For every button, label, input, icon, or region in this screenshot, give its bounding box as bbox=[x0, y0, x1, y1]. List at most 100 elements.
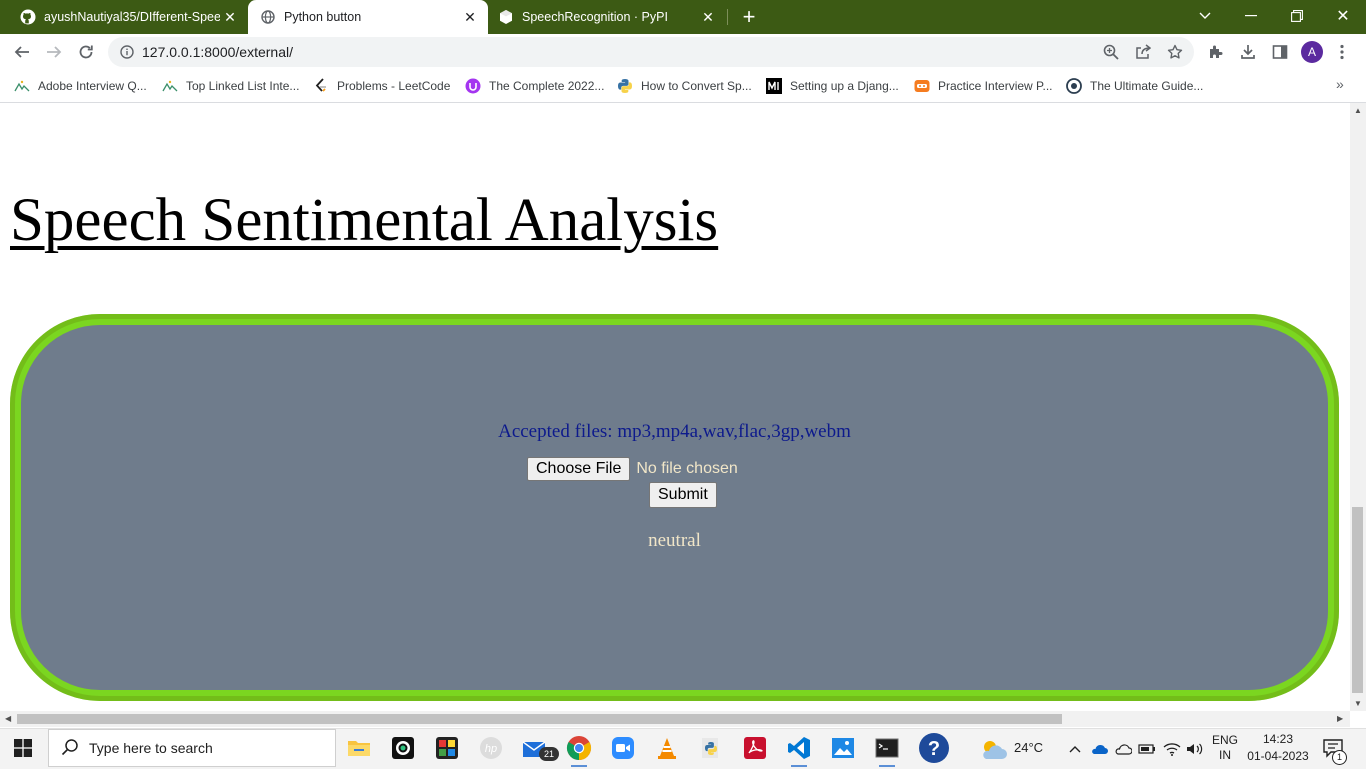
tray-chevron-up-icon[interactable] bbox=[1066, 740, 1084, 758]
zoom-app-icon[interactable] bbox=[609, 734, 637, 762]
menu-kebab-icon[interactable] bbox=[1333, 43, 1351, 61]
back-button[interactable] bbox=[8, 38, 36, 66]
sentiment-result: neutral bbox=[648, 530, 701, 551]
zoom-icon[interactable] bbox=[1102, 43, 1120, 61]
python-app-icon[interactable] bbox=[697, 734, 725, 762]
file-input[interactable]: Choose File No file chosen bbox=[527, 457, 738, 481]
globe-icon bbox=[260, 9, 276, 25]
bookmark-item[interactable]: Problems - LeetCode bbox=[313, 77, 450, 95]
close-icon[interactable]: ✕ bbox=[698, 7, 718, 27]
bookmark-label: Adobe Interview Q... bbox=[38, 79, 147, 93]
cloud-sync-icon[interactable] bbox=[1114, 740, 1132, 758]
battery-icon[interactable] bbox=[1138, 740, 1156, 758]
python-icon bbox=[617, 78, 633, 94]
bookmark-label: Problems - LeetCode bbox=[337, 79, 451, 93]
close-icon[interactable]: ✕ bbox=[220, 7, 240, 27]
bookmarks-overflow-icon[interactable]: » bbox=[1336, 76, 1344, 92]
photo-viewer-icon[interactable] bbox=[829, 734, 857, 762]
vertical-scroll-thumb[interactable] bbox=[1352, 507, 1363, 693]
bookmark-item[interactable]: Practice Interview P... bbox=[914, 77, 1053, 95]
search-icon bbox=[61, 738, 81, 758]
vscode-icon[interactable] bbox=[785, 734, 813, 767]
extensions-icon[interactable] bbox=[1207, 43, 1225, 61]
minimize-button[interactable] bbox=[1228, 0, 1274, 32]
windows-start-icon[interactable] bbox=[14, 739, 32, 757]
new-tab-button[interactable]: + bbox=[737, 4, 761, 29]
info-icon[interactable] bbox=[120, 45, 134, 59]
bookmark-icon bbox=[162, 78, 178, 94]
choose-file-button[interactable]: Choose File bbox=[527, 457, 631, 481]
bookmark-item[interactable]: The Ultimate Guide... bbox=[1066, 77, 1203, 95]
acrobat-icon[interactable] bbox=[741, 734, 769, 762]
notification-count-badge: 1 bbox=[1332, 750, 1347, 765]
restore-button[interactable] bbox=[1274, 0, 1320, 32]
clock-time: 14:23 bbox=[1262, 732, 1294, 746]
tab-python-button[interactable]: Python button ✕ bbox=[248, 0, 488, 34]
tab-separator bbox=[727, 9, 728, 25]
chrome-icon[interactable] bbox=[565, 734, 593, 767]
scroll-left-arrow-icon[interactable]: ◀ bbox=[5, 714, 11, 723]
bookmark-label: Top Linked List Inte... bbox=[186, 79, 300, 93]
taskbar-clock[interactable]: 14:23 01-04-2023 bbox=[1245, 731, 1311, 765]
scroll-down-arrow-icon[interactable]: ▼ bbox=[1354, 699, 1362, 708]
svg-text:?: ? bbox=[928, 738, 940, 760]
onedrive-icon[interactable] bbox=[1090, 740, 1108, 758]
volume-icon[interactable] bbox=[1186, 740, 1204, 758]
page-content: Speech Sentimental Analysis Accepted fil… bbox=[0, 103, 1350, 711]
url-text: 127.0.0.1:8000/external/ bbox=[142, 44, 294, 60]
close-icon[interactable]: ✕ bbox=[460, 7, 480, 27]
weather-temperature[interactable]: 24°C bbox=[1014, 740, 1043, 755]
svg-text:hp: hp bbox=[485, 743, 497, 755]
bookmark-item[interactable]: Top Linked List Inte... bbox=[162, 77, 299, 95]
weather-cloud-icon[interactable] bbox=[980, 736, 1008, 764]
udemy-icon bbox=[465, 78, 481, 94]
bookmark-item[interactable]: Adobe Interview Q... bbox=[14, 77, 147, 95]
download-icon[interactable] bbox=[1239, 43, 1257, 61]
terminal-icon[interactable] bbox=[873, 734, 901, 767]
bookmark-item[interactable]: How to Convert Sp... bbox=[617, 77, 752, 95]
scroll-right-arrow-icon[interactable]: ▶ bbox=[1337, 714, 1343, 723]
bookmark-item[interactable]: The Complete 2022... bbox=[465, 77, 604, 95]
close-window-button[interactable]: ✕ bbox=[1320, 0, 1366, 32]
leetcode-icon bbox=[313, 78, 329, 94]
submit-button[interactable]: Submit bbox=[649, 482, 717, 508]
address-bar[interactable]: 127.0.0.1:8000/external/ bbox=[108, 37, 1194, 67]
taskbar-search-box[interactable]: Type here to search bbox=[48, 729, 336, 767]
bookmark-label: The Ultimate Guide... bbox=[1090, 79, 1204, 93]
help-icon[interactable]: ? bbox=[917, 731, 951, 765]
file-explorer-icon[interactable] bbox=[345, 734, 373, 762]
tab-search-chevron-icon[interactable] bbox=[1182, 0, 1228, 32]
medium-icon bbox=[766, 78, 782, 94]
bookmark-item[interactable]: Setting up a Djang... bbox=[766, 77, 899, 95]
vlc-icon[interactable] bbox=[653, 734, 681, 762]
bookmarks-bar: Adobe Interview Q... Top Linked List Int… bbox=[0, 70, 1366, 103]
language-region: IN bbox=[1219, 748, 1231, 762]
search-placeholder: Type here to search bbox=[89, 740, 213, 756]
bookmark-label: Practice Interview P... bbox=[938, 79, 1053, 93]
horizontal-scroll-thumb[interactable] bbox=[17, 714, 1062, 724]
tab-pypi[interactable]: SpeechRecognition · PyPI ✕ bbox=[488, 0, 726, 34]
tab-title: ayushNautiyal35/DIfferent-Speec bbox=[44, 10, 220, 24]
accepted-files-text: Accepted files: mp3,mp4a,wav,flac,3gp,we… bbox=[498, 421, 851, 442]
hp-icon[interactable]: hp bbox=[477, 734, 505, 762]
github-icon bbox=[20, 9, 36, 25]
mail-count-badge: 21 bbox=[539, 747, 559, 761]
camera-app-icon[interactable] bbox=[389, 734, 417, 762]
bookmark-icon bbox=[14, 78, 30, 94]
tab-title: SpeechRecognition · PyPI bbox=[522, 10, 668, 24]
star-bookmark-icon[interactable] bbox=[1166, 43, 1184, 61]
language-indicator[interactable]: ENG IN bbox=[1212, 733, 1238, 763]
profile-avatar[interactable]: A bbox=[1301, 41, 1323, 63]
reload-button[interactable] bbox=[72, 38, 100, 66]
share-icon[interactable] bbox=[1134, 43, 1152, 61]
tab-github[interactable]: ayushNautiyal35/DIfferent-Speec ✕ bbox=[0, 0, 248, 34]
scroll-up-arrow-icon[interactable]: ▲ bbox=[1354, 106, 1362, 115]
wifi-icon[interactable] bbox=[1163, 740, 1181, 758]
language-code: ENG bbox=[1212, 733, 1239, 747]
bookmark-label: Setting up a Djang... bbox=[790, 79, 899, 93]
file-status-text: No file chosen bbox=[636, 460, 738, 477]
forward-button[interactable] bbox=[40, 38, 68, 66]
side-panel-icon[interactable] bbox=[1271, 43, 1289, 61]
photos-app-icon[interactable] bbox=[433, 734, 461, 762]
globe-icon bbox=[1066, 78, 1082, 94]
